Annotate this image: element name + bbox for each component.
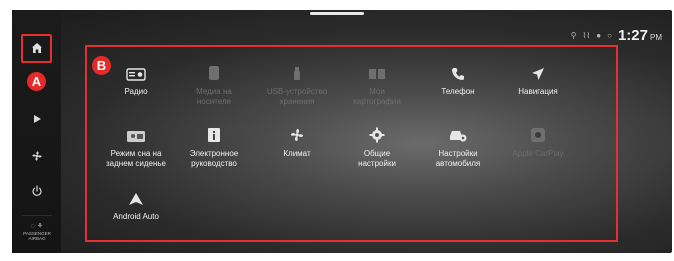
app-tile-phone[interactable]: Телефон xyxy=(414,60,502,97)
rear-seat-icon xyxy=(92,122,180,143)
cloud-icon: ○ xyxy=(607,31,612,40)
marker-a: A xyxy=(27,72,46,91)
app-tile-label: Android Auto xyxy=(113,212,159,221)
app-tile-android-auto[interactable]: Android Auto xyxy=(92,185,180,222)
home-button[interactable] xyxy=(20,35,53,61)
app-tile-label: Климат xyxy=(283,149,311,158)
app-tile-label: Электронное руководство xyxy=(189,149,239,168)
carplay-icon xyxy=(494,122,582,143)
top-handle[interactable] xyxy=(310,12,364,15)
airbag-icon: ◌ ⚘ xyxy=(30,223,44,230)
app-tile-settings[interactable]: Общие настройки xyxy=(333,122,421,168)
fan-icon xyxy=(31,151,42,161)
media-icon xyxy=(170,60,258,81)
clock-ampm: PM xyxy=(650,33,662,42)
app-tile-climate[interactable]: Климат xyxy=(253,122,341,159)
app-tile-vehicle-settings[interactable]: Настройки автомобиля xyxy=(414,122,502,168)
settings-icon xyxy=(333,122,421,143)
play-button[interactable] xyxy=(20,106,53,132)
power-icon xyxy=(31,185,42,196)
app-tile-manual[interactable]: Электронное руководство xyxy=(170,122,258,168)
phone-icon xyxy=(414,60,502,81)
fan-button[interactable] xyxy=(20,143,53,169)
navigation-icon xyxy=(494,60,582,81)
clock-time: 1:27 xyxy=(617,27,648,44)
app-tile-radio[interactable]: Радио xyxy=(92,60,180,97)
app-tile-navigation[interactable]: Навигация xyxy=(494,60,582,97)
vehicle-settings-icon xyxy=(414,122,502,143)
sidebar: A ◌ ⚘ PASSENGER AIRBAG xyxy=(12,10,61,253)
app-tile-label: USB-устройство хранения xyxy=(266,87,328,106)
signal-icon: ⌇⌇ xyxy=(582,31,591,40)
status-bar: ⚲ ⌇⌇ ● ○ 1:27 PM xyxy=(571,27,662,44)
android-auto-icon xyxy=(92,185,180,206)
home-icon xyxy=(31,43,42,53)
airbag-line2: AIRBAG xyxy=(28,236,46,241)
app-tile-label: Общие настройки xyxy=(358,149,396,168)
app-tile-label: Навигация xyxy=(518,87,558,96)
app-tile-map-files[interactable]: Мои картографии xyxy=(333,60,421,106)
sidebar-divider xyxy=(22,215,52,216)
map-files-icon xyxy=(333,60,421,81)
app-tile-usb[interactable]: USB-устройство хранения xyxy=(253,60,341,106)
location-icon: ⚲ xyxy=(570,31,577,40)
manual-icon xyxy=(170,122,258,143)
app-tile-label: Телефон xyxy=(441,87,475,96)
usb-icon xyxy=(253,60,341,81)
climate-icon xyxy=(253,122,341,143)
passenger-airbag-indicator: ◌ ⚘ PASSENGER AIRBAG xyxy=(20,223,54,241)
app-tile-label: Режим сна на заднем сиденье xyxy=(106,149,166,168)
app-tile-label: Apple CarPlay xyxy=(512,149,564,158)
app-tile-label: Настройки автомобиля xyxy=(435,149,481,168)
app-tile-label: Медиа на носителе xyxy=(196,87,232,106)
app-tile-label: Радио xyxy=(124,87,148,96)
app-tile-rear-seat[interactable]: Режим сна на заднем сиденье xyxy=(92,122,180,168)
power-button[interactable] xyxy=(20,178,53,204)
play-icon xyxy=(33,115,41,123)
app-tile-label: Мои картографии xyxy=(353,87,401,106)
radio-icon xyxy=(92,60,180,81)
app-tile-carplay[interactable]: Apple CarPlay xyxy=(494,122,582,159)
user-icon: ● xyxy=(596,31,602,40)
app-tile-media[interactable]: Медиа на носителе xyxy=(170,60,258,106)
